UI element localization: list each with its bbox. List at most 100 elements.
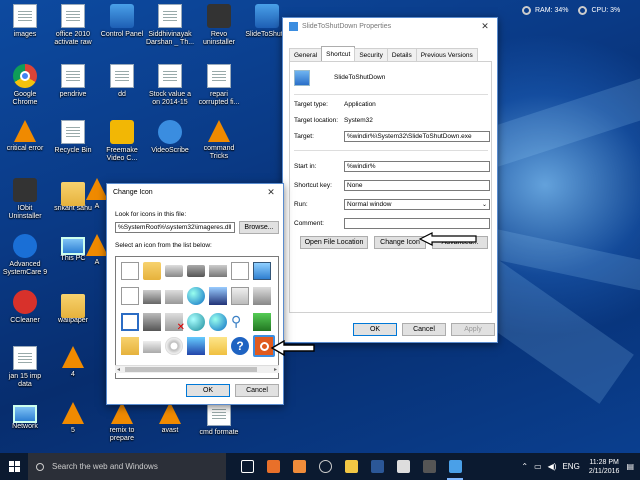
taskbar-app-paint[interactable] bbox=[262, 453, 284, 480]
scroll-right-icon[interactable]: ▸ bbox=[274, 366, 277, 373]
taskbar-app-word[interactable] bbox=[366, 453, 388, 480]
desktop-icon-critical-error[interactable]: critical error bbox=[0, 118, 52, 176]
desktop-icon-repari[interactable]: repari corrupted fi... bbox=[192, 62, 246, 120]
notifications-icon[interactable]: ▤ bbox=[626, 462, 634, 471]
folder-icon[interactable] bbox=[143, 262, 161, 280]
settings-doc-icon[interactable] bbox=[231, 262, 249, 280]
taskbar-app-cortana[interactable] bbox=[314, 453, 336, 480]
language-indicator[interactable]: ENG bbox=[562, 462, 579, 471]
window-frame-icon[interactable] bbox=[121, 313, 139, 331]
network-icon[interactable]: ▭ bbox=[534, 462, 542, 471]
target-field[interactable]: %windir%\System32\SlideToShutDown.exe bbox=[344, 131, 490, 142]
vlc-icon bbox=[111, 402, 133, 424]
icon-file-path-field[interactable]: %SystemRoot%\system32\imageres.dll bbox=[115, 222, 235, 233]
scroll-left-icon[interactable]: ◂ bbox=[117, 366, 120, 373]
desktop-icon-freemake[interactable]: Freemake Video C... bbox=[95, 118, 149, 176]
shortcut-key-field[interactable]: None bbox=[344, 180, 490, 191]
desktop-icon-jan15[interactable]: jan 15 imp data bbox=[0, 344, 52, 402]
desktop-icon-cmd-formate[interactable]: cmd formate bbox=[192, 400, 246, 453]
change-icon-cancel-button[interactable]: Cancel bbox=[235, 384, 279, 397]
desktop-icon-remix[interactable]: remix to prepare bbox=[95, 400, 149, 453]
change-icon-ok-button[interactable]: OK bbox=[186, 384, 230, 397]
tab-previous-versions[interactable]: Previous Versions bbox=[415, 48, 478, 61]
properties-titlebar[interactable]: SlideToShutDown Properties ✕ bbox=[283, 18, 497, 34]
desktop-icon-office[interactable]: office 2010 activate raw bbox=[46, 2, 100, 60]
desktop-icon-pendrive[interactable]: pendrive bbox=[46, 62, 100, 120]
card-icon[interactable] bbox=[253, 287, 271, 305]
arrow-drive-icon[interactable] bbox=[253, 313, 271, 331]
drive-icon[interactable] bbox=[143, 341, 161, 353]
taskbar-app-properties[interactable] bbox=[444, 453, 466, 480]
desktop-icon-4[interactable]: 4 bbox=[46, 344, 100, 402]
monitor-icon[interactable] bbox=[209, 287, 227, 305]
desktop-icon-chrome[interactable]: Google Chrome bbox=[0, 62, 52, 120]
desktop-icon-videoscribe[interactable]: VideoScribe bbox=[143, 118, 197, 176]
taskbar-app-explorer[interactable] bbox=[340, 453, 362, 480]
volume-icon[interactable]: ◀) bbox=[548, 462, 557, 471]
desktop-icon-wallpaper[interactable]: wallpaper bbox=[46, 288, 100, 346]
taskbar-app-documents[interactable] bbox=[392, 453, 414, 480]
printer-icon[interactable] bbox=[209, 265, 227, 277]
search-box[interactable]: Search the web and Windows bbox=[28, 453, 226, 480]
globe-icon[interactable] bbox=[209, 313, 227, 331]
cd-icon[interactable] bbox=[165, 337, 183, 355]
desktop-icon-iobit[interactable]: IObit Uninstaller bbox=[0, 176, 52, 234]
drive-error-icon[interactable]: ✕ bbox=[165, 313, 185, 333]
vlc-icon bbox=[14, 120, 36, 142]
blank-doc-icon[interactable] bbox=[121, 262, 139, 280]
desktop-icon-command-tricks[interactable]: command Tricks bbox=[192, 118, 246, 176]
properties-cancel-button[interactable]: Cancel bbox=[402, 323, 446, 336]
run-value: Normal window bbox=[347, 201, 392, 208]
notes-icon[interactable] bbox=[209, 337, 227, 355]
network-globe-icon[interactable] bbox=[187, 313, 205, 331]
change-icon-titlebar[interactable]: Change Icon ✕ bbox=[107, 184, 283, 200]
network-icon bbox=[13, 405, 37, 423]
help-icon[interactable]: ? bbox=[231, 337, 249, 355]
drive-icon[interactable] bbox=[165, 290, 183, 304]
desktop-icon-control-panel[interactable]: Control Panel bbox=[95, 2, 149, 60]
desktop-icon-images[interactable]: images bbox=[0, 2, 52, 60]
taskbar-app-paint2[interactable] bbox=[288, 453, 310, 480]
close-icon[interactable]: ✕ bbox=[259, 184, 283, 200]
desktop-icon-stock[interactable]: Stock value a on 2014-15 bbox=[143, 62, 197, 120]
desktop-icon-network[interactable]: Network bbox=[0, 400, 52, 453]
start-in-field[interactable]: %windir% bbox=[344, 161, 490, 172]
desktop-icon-5[interactable]: 5 bbox=[46, 400, 100, 453]
desktop-icon-dd[interactable]: dd bbox=[95, 62, 149, 120]
taskbar-app-snipping[interactable] bbox=[418, 453, 440, 480]
doc-list-icon[interactable] bbox=[121, 287, 139, 305]
desktop-icon-recycle-bin[interactable]: Recycle Bin bbox=[46, 118, 100, 176]
chip-icon[interactable] bbox=[187, 265, 205, 277]
icon-list-scrollbar[interactable]: ◂ ▸ bbox=[115, 365, 279, 373]
open-file-location-button[interactable]: Open File Location bbox=[300, 236, 368, 249]
search-icon[interactable]: ⚲ bbox=[231, 313, 249, 331]
tab-details[interactable]: Details bbox=[386, 48, 417, 61]
properties-ok-button[interactable]: OK bbox=[353, 323, 397, 336]
tab-shortcut[interactable]: Shortcut bbox=[321, 46, 356, 61]
screen-icon[interactable] bbox=[187, 337, 205, 355]
window-icon[interactable] bbox=[253, 262, 271, 280]
start-button[interactable] bbox=[0, 453, 28, 480]
desktop-icon-ccleaner[interactable]: CCleaner bbox=[0, 288, 52, 346]
desktop-icon-revo[interactable]: Revo uninstaller bbox=[192, 2, 246, 60]
desktop-icon-siddhivinayak[interactable]: Siddhivinayak Darshan _ Th... bbox=[143, 2, 197, 60]
network-drive-icon[interactable] bbox=[143, 313, 161, 331]
properties-apply-button[interactable]: Apply bbox=[451, 323, 495, 336]
globe-icon[interactable] bbox=[187, 287, 205, 305]
browse-button[interactable]: Browse... bbox=[239, 221, 279, 234]
close-icon[interactable]: ✕ bbox=[473, 18, 497, 34]
scrollbar-thumb[interactable] bbox=[125, 367, 257, 372]
folder-icon[interactable] bbox=[121, 337, 139, 355]
comment-field[interactable] bbox=[344, 218, 490, 229]
tab-general[interactable]: General bbox=[289, 48, 323, 61]
desktop-icon[interactable] bbox=[231, 287, 249, 305]
chevron-up-icon[interactable]: ⌃ bbox=[521, 462, 528, 471]
clock[interactable]: 11:28 PM 2/11/2016 bbox=[583, 458, 624, 476]
desktop-icon-advanced-systemcare[interactable]: Advanced SystemCare 9 bbox=[0, 232, 52, 290]
taskbar-app-task-view[interactable] bbox=[236, 453, 258, 480]
tab-security[interactable]: Security bbox=[354, 48, 388, 61]
server-icon[interactable] bbox=[143, 290, 161, 304]
run-select[interactable]: Normal window ⌄ bbox=[344, 199, 490, 210]
drive-icon[interactable] bbox=[165, 265, 183, 277]
desktop-icon-avast[interactable]: avast bbox=[143, 400, 197, 453]
